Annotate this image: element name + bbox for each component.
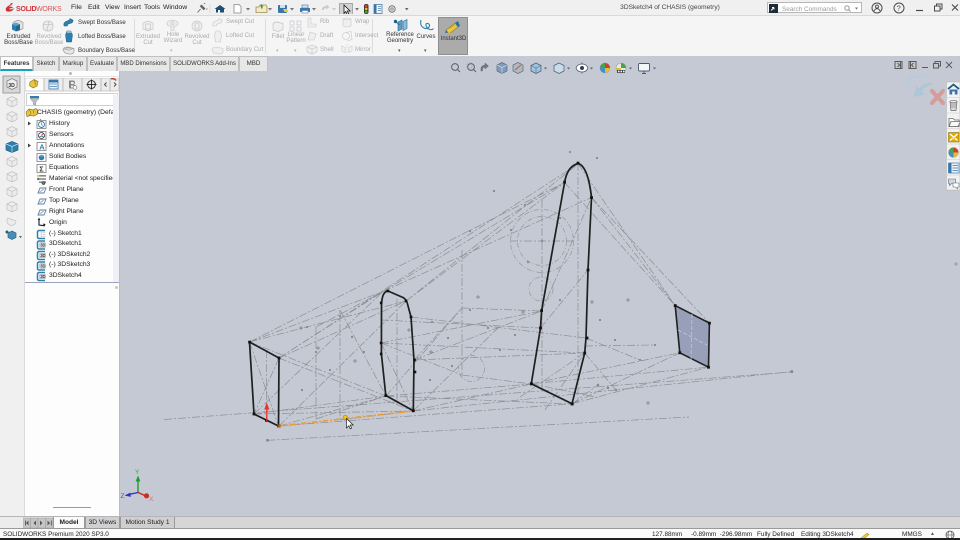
svg-text:SOLID: SOLID bbox=[16, 6, 37, 13]
svg-text:3D: 3D bbox=[40, 264, 45, 269]
svg-text:Z: Z bbox=[121, 493, 125, 500]
svg-text:Σ: Σ bbox=[39, 166, 43, 173]
svg-text:Search Commands: Search Commands bbox=[782, 6, 837, 13]
svg-text:WORKS: WORKS bbox=[36, 6, 62, 13]
svg-text:3D: 3D bbox=[40, 243, 45, 248]
svg-text:A: A bbox=[39, 143, 45, 152]
svg-text:3D: 3D bbox=[40, 253, 45, 258]
svg-text:3D: 3D bbox=[40, 274, 45, 279]
svg-text:X: X bbox=[149, 496, 154, 503]
svg-text:?: ? bbox=[897, 4, 901, 13]
svg-text:Y: Y bbox=[135, 469, 140, 476]
svg-text:3D: 3D bbox=[8, 83, 15, 89]
